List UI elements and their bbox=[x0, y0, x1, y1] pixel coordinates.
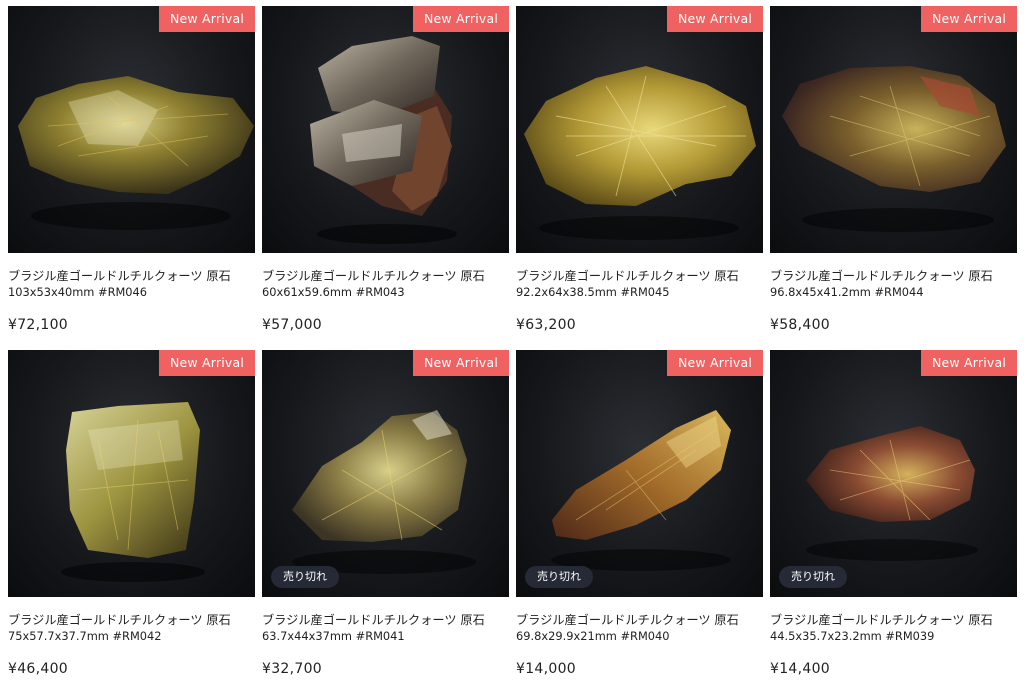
product-image[interactable]: New Arrival bbox=[8, 6, 255, 253]
product-spec: 75x57.7x37.7mm #RM042 bbox=[8, 629, 162, 643]
product-price: ¥32,700 bbox=[262, 661, 322, 677]
product-spec: 103x53x40mm #RM046 bbox=[8, 285, 148, 299]
product-image[interactable]: New Arrival bbox=[516, 6, 763, 253]
product-card[interactable]: New Arrival ブラジル産ゴールドルチルクォーツ 原石 75x57.7x… bbox=[8, 350, 255, 694]
product-card[interactable]: New Arrival ブラジル産ゴールドルチルクォーツ 原石 96.8x45x… bbox=[770, 6, 1017, 350]
product-spec: 96.8x45x41.2mm #RM044 bbox=[770, 285, 924, 299]
product-title[interactable]: ブラジル産ゴールドルチルクォーツ 原石 bbox=[262, 612, 509, 629]
product-spec: 69.8x29.9x21mm #RM040 bbox=[516, 629, 670, 643]
sold-out-badge: 売り切れ bbox=[779, 566, 847, 588]
product-price: ¥63,200 bbox=[516, 317, 576, 333]
new-arrival-badge: New Arrival bbox=[413, 350, 509, 376]
product-spec: 60x61x59.6mm #RM043 bbox=[262, 285, 405, 299]
product-image[interactable]: New Arrival 売り切れ bbox=[262, 350, 509, 597]
product-title[interactable]: ブラジル産ゴールドルチルクォーツ 原石 bbox=[262, 268, 509, 285]
product-spec: 63.7x44x37mm #RM041 bbox=[262, 629, 405, 643]
product-price: ¥58,400 bbox=[770, 317, 830, 333]
product-card[interactable]: New Arrival 売り切れ ブラジル産ゴールドルチルクォーツ 原石 69.… bbox=[516, 350, 763, 694]
product-title[interactable]: ブラジル産ゴールドルチルクォーツ 原石 bbox=[8, 268, 255, 285]
product-card[interactable]: New Arrival ブラジル産ゴールドルチルクォーツ 原石 60x61x59… bbox=[262, 6, 509, 350]
product-image[interactable]: New Arrival 売り切れ bbox=[770, 350, 1017, 597]
product-spec: 92.2x64x38.5mm #RM045 bbox=[516, 285, 670, 299]
product-image[interactable]: New Arrival 売り切れ bbox=[516, 350, 763, 597]
new-arrival-badge: New Arrival bbox=[667, 350, 763, 376]
product-title[interactable]: ブラジル産ゴールドルチルクォーツ 原石 bbox=[770, 268, 1017, 285]
new-arrival-badge: New Arrival bbox=[921, 350, 1017, 376]
product-card[interactable]: New Arrival 売り切れ ブラジル産ゴールドルチルクォーツ 原石 44.… bbox=[770, 350, 1017, 694]
product-spec: 44.5x35.7x23.2mm #RM039 bbox=[770, 629, 935, 643]
product-image[interactable]: New Arrival bbox=[8, 350, 255, 597]
product-image[interactable]: New Arrival bbox=[770, 6, 1017, 253]
product-title[interactable]: ブラジル産ゴールドルチルクォーツ 原石 bbox=[8, 612, 255, 629]
new-arrival-badge: New Arrival bbox=[667, 6, 763, 32]
sold-out-badge: 売り切れ bbox=[525, 566, 593, 588]
product-card[interactable]: New Arrival ブラジル産ゴールドルチルクォーツ 原石 103x53x4… bbox=[8, 6, 255, 350]
sold-out-badge: 売り切れ bbox=[271, 566, 339, 588]
product-price: ¥72,100 bbox=[8, 317, 68, 333]
new-arrival-badge: New Arrival bbox=[159, 350, 255, 376]
new-arrival-badge: New Arrival bbox=[413, 6, 509, 32]
product-card[interactable]: New Arrival ブラジル産ゴールドルチルクォーツ 原石 92.2x64x… bbox=[516, 6, 763, 350]
product-price: ¥46,400 bbox=[8, 661, 68, 677]
product-price: ¥57,000 bbox=[262, 317, 322, 333]
product-title[interactable]: ブラジル産ゴールドルチルクォーツ 原石 bbox=[516, 268, 763, 285]
product-grid: New Arrival ブラジル産ゴールドルチルクォーツ 原石 103x53x4… bbox=[8, 6, 1017, 694]
product-price: ¥14,400 bbox=[770, 661, 830, 677]
product-image[interactable]: New Arrival bbox=[262, 6, 509, 253]
new-arrival-badge: New Arrival bbox=[921, 6, 1017, 32]
product-title[interactable]: ブラジル産ゴールドルチルクォーツ 原石 bbox=[516, 612, 763, 629]
product-price: ¥14,000 bbox=[516, 661, 576, 677]
product-title[interactable]: ブラジル産ゴールドルチルクォーツ 原石 bbox=[770, 612, 1017, 629]
product-card[interactable]: New Arrival 売り切れ ブラジル産ゴールドルチルクォーツ 原石 63.… bbox=[262, 350, 509, 694]
new-arrival-badge: New Arrival bbox=[159, 6, 255, 32]
